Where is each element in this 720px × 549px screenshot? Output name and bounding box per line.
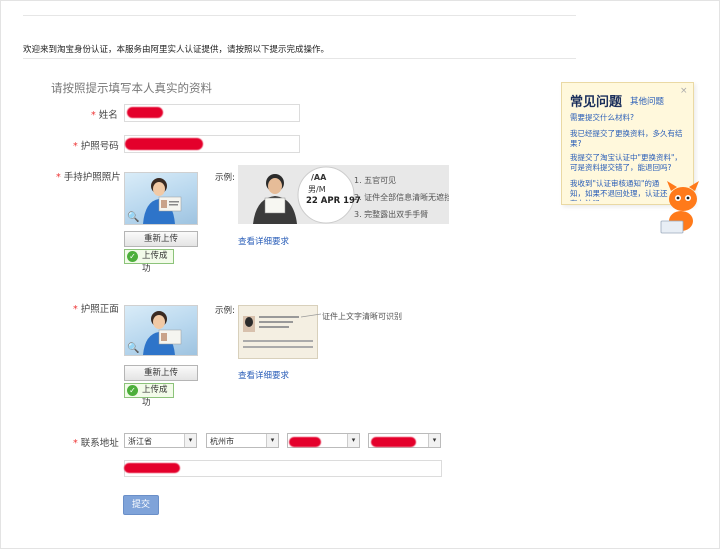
zoom-icon[interactable]: 🔍 xyxy=(127,343,139,354)
province-value: 浙江省 xyxy=(128,437,152,446)
passport-redaction xyxy=(125,138,203,150)
mascot-icon xyxy=(660,181,699,234)
address-detail-redaction xyxy=(124,463,180,473)
faq-item[interactable]: 我提交了淘宝认证中"更换资料"，可是资料提交错了，能退回吗? xyxy=(570,153,688,173)
front-example-label: 示例: xyxy=(215,306,235,316)
handheld-photo-preview[interactable]: 🔍 xyxy=(124,172,198,225)
city-value: 杭州市 xyxy=(210,437,234,446)
province-select[interactable]: 浙江省 ▾ xyxy=(124,433,197,448)
chevron-down-icon: ▾ xyxy=(347,434,359,447)
passport-front-preview[interactable]: 🔍 xyxy=(124,305,198,356)
name-label: * 姓名 xyxy=(91,110,118,121)
handheld-photo-label: * 手持护照照片 xyxy=(56,172,121,183)
handheld-upload-success: ✓ 上传成功 xyxy=(124,249,174,274)
check-icon: ✓ xyxy=(127,251,138,262)
passport-text-2: 男/M xyxy=(308,185,326,194)
front-upload-success: ✓ 上传成功 xyxy=(124,383,174,408)
front-detail-link[interactable]: 查看详细要求 xyxy=(238,369,289,381)
passport-label: * 护照号码 xyxy=(73,141,119,152)
passport-text-1: /AA xyxy=(311,173,327,182)
faq-title: 常见问题 xyxy=(570,95,623,110)
chevron-down-icon: ▾ xyxy=(428,434,440,447)
street-redaction xyxy=(371,437,416,447)
check-icon: ✓ xyxy=(127,385,138,396)
handheld-tip-1: 1. 五官可见 xyxy=(354,176,397,185)
handheld-tip-3: 3. 完整露出双手手臂 xyxy=(354,210,429,219)
district-redaction xyxy=(289,437,321,447)
close-icon[interactable]: × xyxy=(680,86,688,96)
handheld-example-label: 示例: xyxy=(215,173,235,183)
submit-button[interactable]: 提交 xyxy=(123,495,159,515)
top-divider xyxy=(23,15,576,16)
chevron-down-icon: ▾ xyxy=(184,434,196,447)
handheld-tip-2: 2. 证件全部信息清晰无遮挡 xyxy=(354,193,449,202)
welcome-text: 欢迎来到淘宝身份认证，本服务由阿里实人认证提供，请按照以下提示完成操作。 xyxy=(23,45,330,55)
reupload-front-button[interactable]: 重新上传 xyxy=(124,365,198,381)
passport-front-label: * 护照正面 xyxy=(73,304,119,315)
passport-text-3: 22 APR 197 xyxy=(306,196,361,206)
faq-item[interactable]: 我已经提交了更换资料，多久有结果? xyxy=(570,129,688,149)
chevron-down-icon: ▾ xyxy=(266,434,278,447)
faq-more-link[interactable]: 其他问题 xyxy=(630,95,664,107)
front-tip-pointer xyxy=(301,313,321,318)
form-title: 请按照提示填写本人真实的资料 xyxy=(51,81,212,95)
handheld-detail-link[interactable]: 查看详细要求 xyxy=(238,235,289,247)
front-tip-text: 证件上文字清晰可识别 xyxy=(322,312,402,321)
city-select[interactable]: 杭州市 ▾ xyxy=(206,433,279,448)
faq-item[interactable]: 我收到"认证审核通知"的通知，如果不退回处理，认证还有办法吗 xyxy=(570,179,670,201)
zoom-icon[interactable]: 🔍 xyxy=(127,212,139,223)
reupload-handheld-button[interactable]: 重新上传 xyxy=(124,231,198,247)
address-label: * 联系地址 xyxy=(73,438,119,449)
name-redaction xyxy=(127,107,163,118)
header-divider xyxy=(23,58,576,59)
handheld-example-image: /AA 男/M 22 APR 197 1. 五官可见 2. 证件全部信息清晰无遮… xyxy=(238,165,449,224)
faq-item[interactable]: 需要提交什么材料? xyxy=(570,113,688,123)
